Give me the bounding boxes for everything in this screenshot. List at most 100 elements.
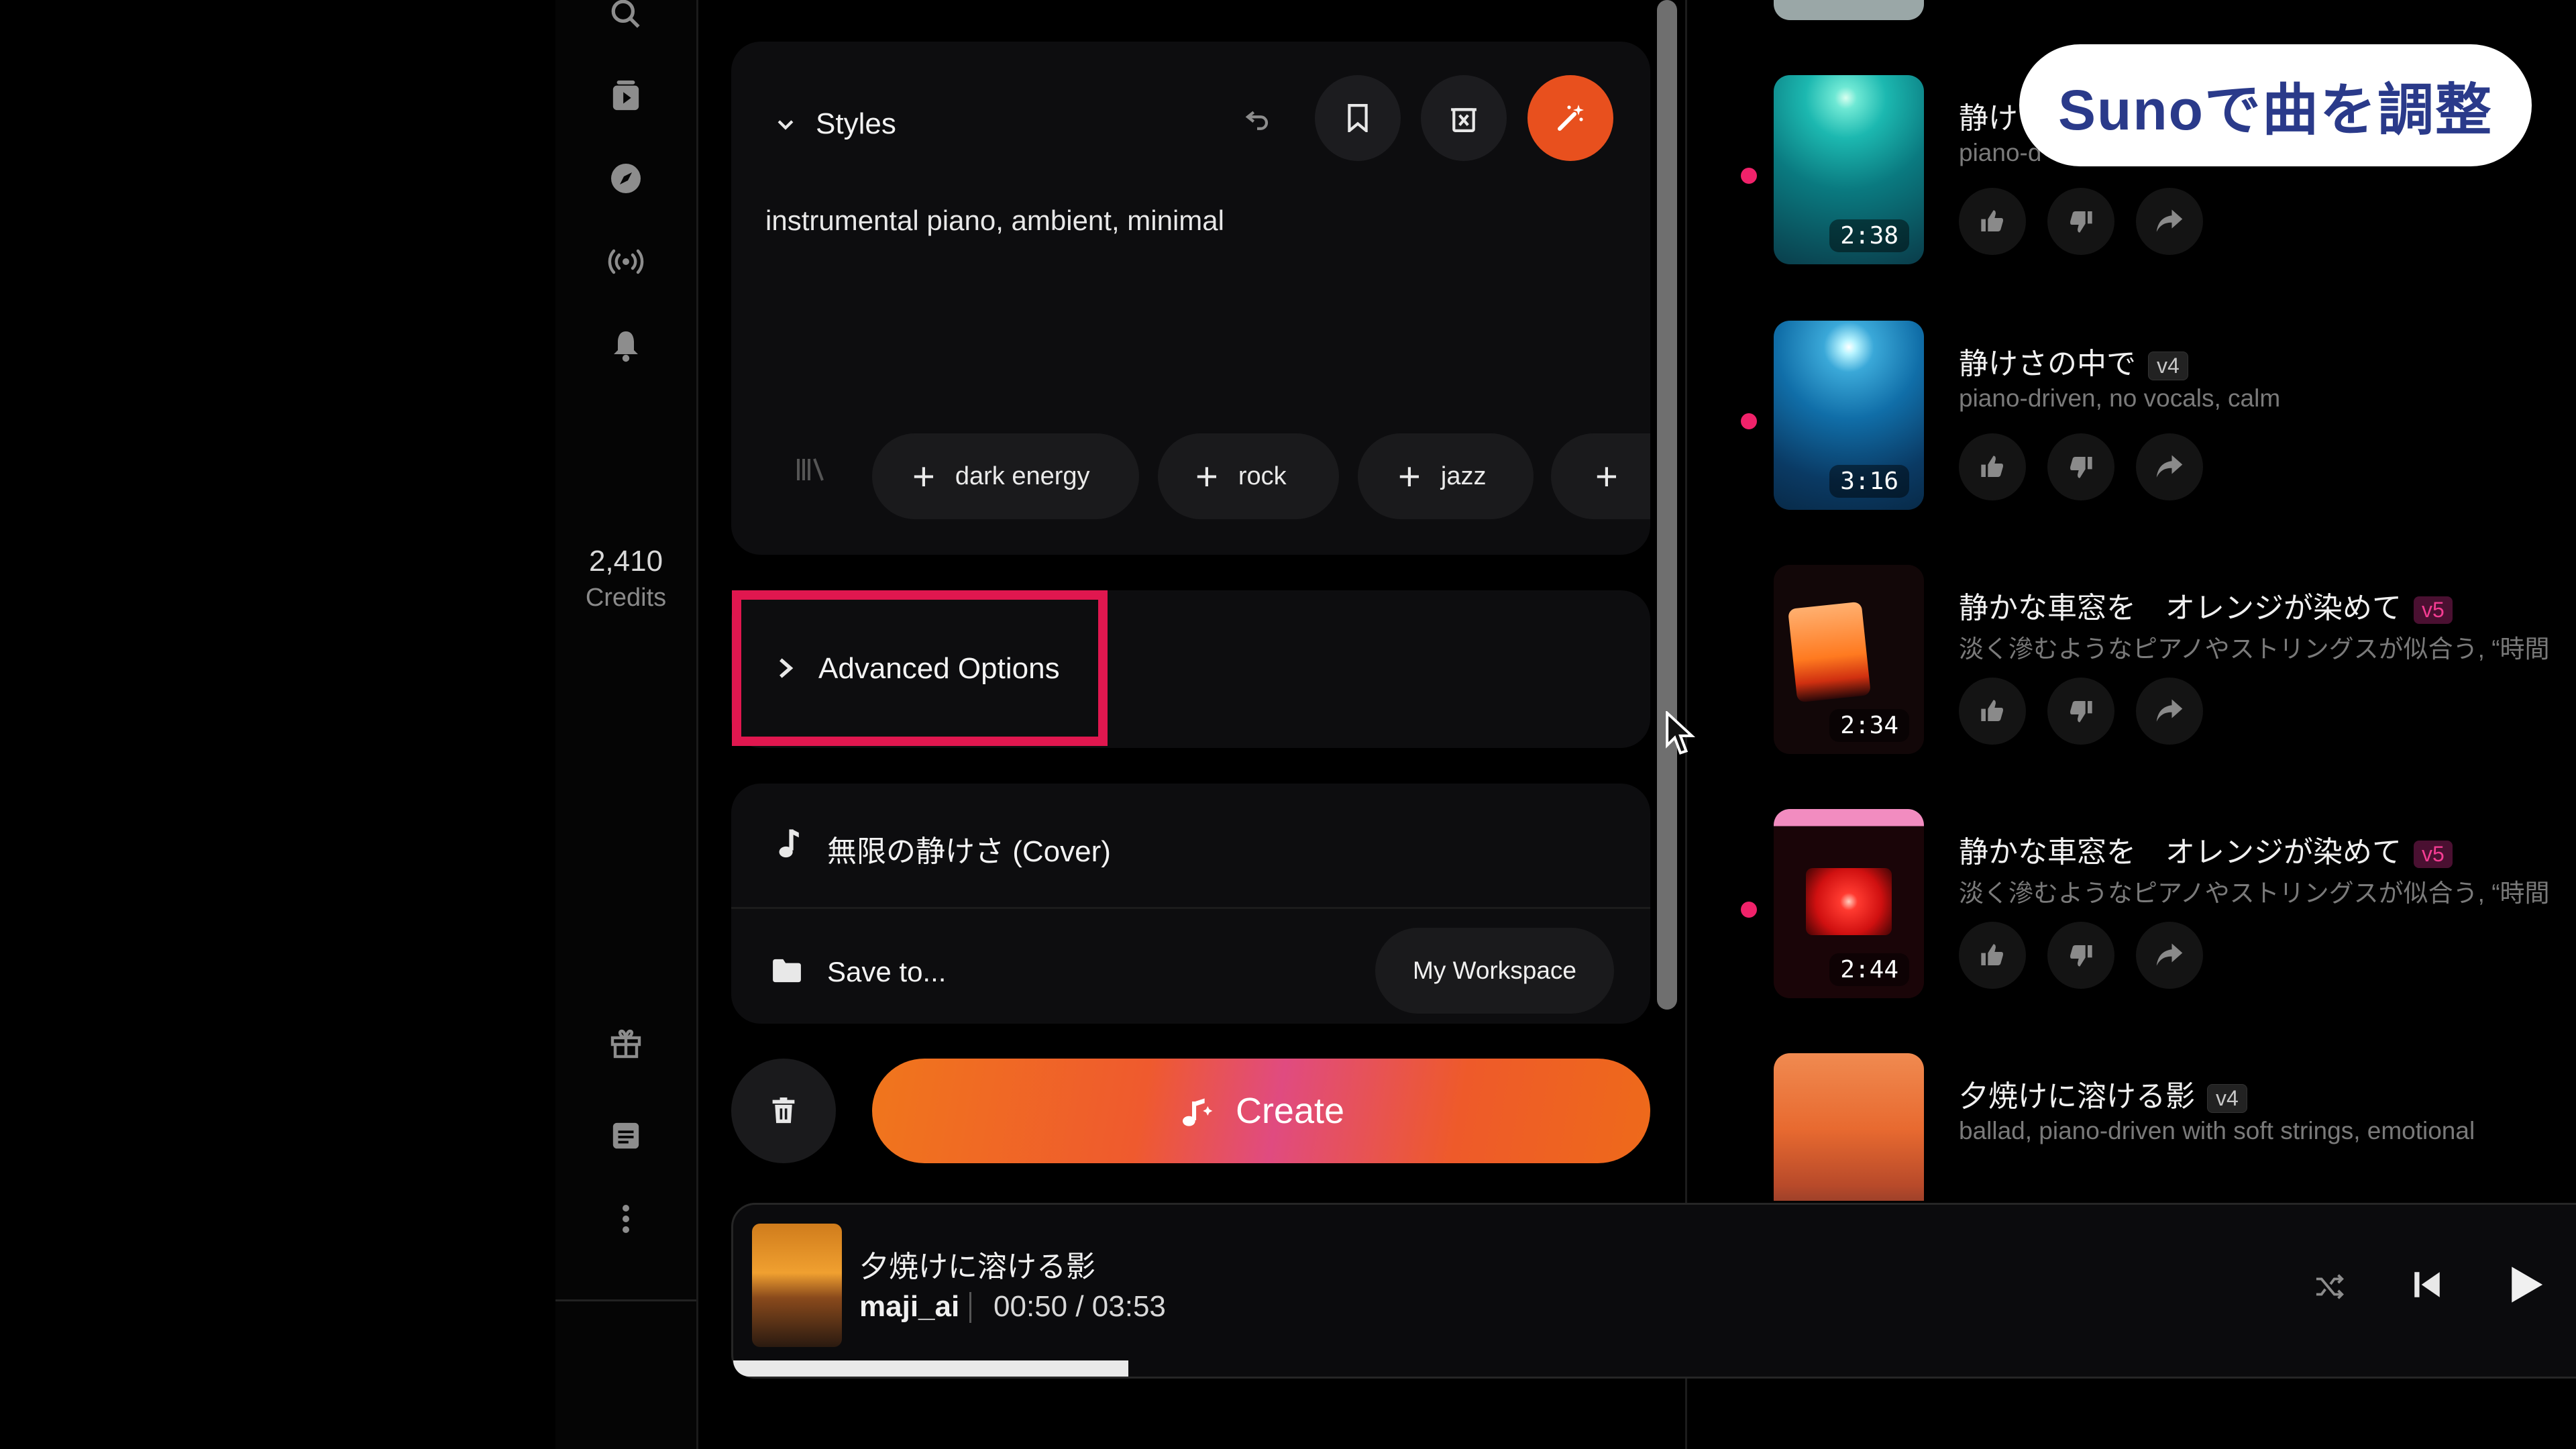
undo-button[interactable] — [1214, 75, 1300, 161]
share-button[interactable] — [2136, 433, 2203, 500]
styles-toggle[interactable]: Styles — [774, 107, 896, 141]
enhance-style-button[interactable] — [1527, 75, 1613, 161]
share-button[interactable] — [2136, 922, 2203, 989]
style-chip[interactable]: + dark energy — [872, 433, 1139, 519]
more-icon[interactable] — [604, 1197, 648, 1241]
song-title[interactable]: 静け — [1959, 94, 2018, 137]
song-thumbnail[interactable]: 3:16 — [1774, 321, 1924, 510]
play-icon — [2512, 1267, 2543, 1303]
plus-icon: + — [1398, 454, 1421, 498]
version-badge: v5 — [2414, 840, 2453, 868]
song-thumbnail[interactable] — [1774, 0, 1924, 20]
shuffle-button[interactable] — [2315, 1273, 2346, 1300]
undo-icon — [1245, 111, 1269, 130]
progress-bar[interactable] — [733, 1360, 1129, 1377]
sunset-window — [1787, 601, 1872, 703]
dislike-button[interactable] — [2047, 678, 2114, 745]
credits-label: Credits — [585, 584, 667, 612]
chevron-right-icon — [775, 656, 796, 680]
skip-back-icon — [2414, 1272, 2440, 1297]
song-title[interactable]: 静かな車窓を オレンジが染めて v5 — [1959, 828, 2453, 871]
song-list-item[interactable]: 夕焼けに溶ける影 v4 ballad, piano-driven with sof… — [1717, 1053, 2576, 1201]
previous-button[interactable] — [2410, 1268, 2444, 1301]
player-time: 00:50 / 03:53 — [994, 1290, 1166, 1324]
bookmark-button[interactable] — [1315, 75, 1401, 161]
create-button[interactable]: Create — [872, 1059, 1650, 1163]
unread-dot — [1741, 413, 1757, 429]
clear-icon — [1451, 108, 1477, 132]
like-button[interactable] — [1959, 922, 2026, 989]
icon-rail: 2,410 Credits — [555, 0, 698, 1449]
song-thumbnail[interactable]: 2:38 — [1774, 75, 1924, 264]
credits-value: 2,410 — [588, 545, 663, 578]
like-button[interactable] — [1959, 433, 2026, 500]
player-artist[interactable]: maji_ai — [859, 1290, 959, 1324]
share-button[interactable] — [2136, 188, 2203, 255]
song-thumbnail[interactable] — [1774, 1053, 1924, 1201]
song-title-input[interactable]: 無限の静けさ (Cover) — [827, 827, 1111, 870]
bookmark-icon — [1348, 104, 1368, 132]
like-button[interactable] — [1959, 678, 2026, 745]
dislike-button[interactable] — [2047, 188, 2114, 255]
song-list-item[interactable]: 2:34 静かな車窓を オレンジが染めて v5 淡く滲むようなピアノやストリングス… — [1717, 565, 2576, 759]
gift-icon[interactable] — [604, 1021, 648, 1065]
song-title[interactable]: 静かな車窓を オレンジが染めて v5 — [1959, 584, 2453, 627]
unread-dot — [1741, 902, 1757, 918]
styles-text[interactable]: instrumental piano, ambient, minimal — [765, 205, 1224, 237]
share-button[interactable] — [2136, 678, 2203, 745]
version-badge: v4 — [2148, 351, 2188, 380]
song-description: ballad, piano-driven with soft strings, … — [1959, 1117, 2475, 1144]
style-chip-more[interactable]: + — [1551, 433, 1650, 519]
workspace-button[interactable]: My Workspace — [1375, 928, 1614, 1014]
plus-icon: + — [912, 454, 935, 498]
song-title[interactable]: 静けさの中で v4 — [1959, 339, 2188, 382]
song-duration: 2:38 — [1829, 219, 1909, 252]
elapsed-time: 00:50 / — [994, 1290, 1084, 1323]
dislike-button[interactable] — [2047, 433, 2114, 500]
song-duration: 3:16 — [1829, 465, 1909, 498]
library-icon[interactable] — [604, 74, 648, 118]
music-note-icon — [774, 828, 801, 860]
song-thumbnail[interactable]: 2:34 — [1774, 565, 1924, 754]
trash-icon — [772, 1097, 795, 1124]
like-button[interactable] — [1959, 188, 2026, 255]
player-title[interactable]: 夕焼けに溶ける影 — [859, 1242, 1095, 1285]
scrollbar-thumb[interactable] — [1657, 0, 1677, 1010]
divider — [731, 907, 1650, 909]
song-thumbnail[interactable]: 2:44 — [1774, 809, 1924, 998]
caption-bubble: Sunoで曲を調整 — [2019, 44, 2532, 166]
song-list-item[interactable]: 3:16 静けさの中で v4 piano-driven, no vocals, c… — [1717, 321, 2576, 515]
style-library-icon[interactable] — [796, 456, 825, 483]
document-icon[interactable] — [604, 1114, 648, 1158]
trash-button[interactable] — [731, 1059, 836, 1163]
song-duration: 2:44 — [1829, 953, 1909, 986]
song-duration: 2:34 — [1829, 709, 1909, 742]
unread-dot — [1741, 168, 1757, 184]
shuffle-icon — [2316, 1274, 2344, 1299]
clear-styles-button[interactable] — [1421, 75, 1507, 161]
song-description: 淡く滲むようなピアノやストリングスが似合う, “時間 — [1959, 879, 2550, 907]
player-thumbnail[interactable] — [752, 1224, 842, 1347]
song-description: piano-d — [1959, 139, 2042, 166]
song-actions — [1959, 433, 2203, 500]
song-actions — [1959, 922, 2203, 989]
song-actions — [1959, 678, 2203, 745]
save-to-label[interactable]: Save to... — [827, 956, 946, 988]
version-badge: v4 — [2207, 1083, 2247, 1113]
dislike-button[interactable] — [2047, 922, 2114, 989]
style-chip[interactable]: + rock — [1158, 433, 1339, 519]
version-badge: v5 — [2414, 596, 2453, 624]
style-chip[interactable]: + jazz — [1358, 433, 1534, 519]
explore-icon[interactable] — [604, 156, 648, 201]
song-list-item[interactable]: 2:44 静かな車窓を オレンジが染めて v5 淡く滲むようなピアノやストリングス… — [1717, 809, 2576, 1004]
chevron-down-icon — [777, 120, 794, 130]
create-label: Create — [1235, 1091, 1345, 1131]
song-title[interactable]: 夕焼けに溶ける影 v4 — [1959, 1072, 2247, 1115]
bell-icon[interactable] — [604, 324, 648, 368]
song-description: piano-driven, no vocals, calm — [1959, 384, 2281, 412]
advanced-options-label[interactable]: Advanced Options — [818, 652, 1060, 686]
play-button[interactable] — [2508, 1265, 2544, 1304]
search-icon[interactable] — [604, 0, 648, 36]
radio-icon[interactable] — [604, 239, 648, 284]
plus-icon: + — [1195, 454, 1218, 498]
